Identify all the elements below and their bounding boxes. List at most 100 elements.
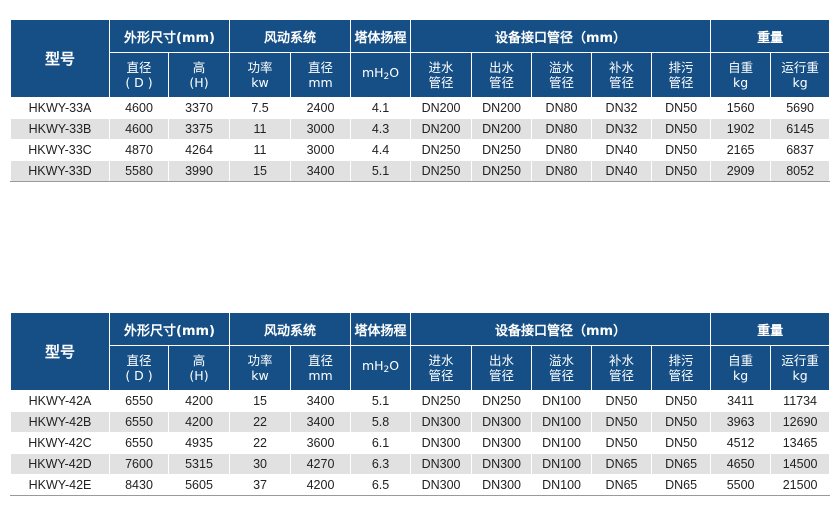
cell-diameter: 5580 (109, 160, 169, 182)
subheader-operating-weight: 运行重 kg (770, 345, 831, 391)
cell-operating-weight: 13465 (770, 432, 831, 454)
cell-overflow: DN100 (531, 453, 593, 475)
subheader-height: 高 (H) (167, 345, 231, 391)
cell-makeup: DN40 (591, 160, 653, 182)
cell-fan-diameter: 3600 (290, 432, 352, 454)
subheader-outlet: 出水 管径 (471, 345, 533, 391)
cell-power: 11 (229, 118, 292, 140)
table-row: HKWY-42A 6550 4200 15 3400 5.1 DN250 DN250 DN100… (10, 390, 831, 412)
cell-makeup: DN50 (591, 432, 653, 454)
table-body: HKWY-42A 6550 4200 15 3400 5.1 DN250 DN250 DN100… (10, 390, 831, 496)
cell-inlet: DN200 (410, 97, 473, 119)
cell-model: HKWY-42A (10, 390, 110, 412)
table-header: 型号 外形尺寸(mm) 风动系统 塔体扬程 设备接口管径（mm） 重量 直径( … (10, 312, 831, 391)
header-model: 型号 (10, 312, 110, 391)
header-tower-head: 塔体扬程 (350, 312, 412, 346)
header-weight: 重量 (710, 312, 831, 346)
cell-diameter: 4870 (109, 139, 169, 161)
cell-height: 4200 (167, 390, 231, 412)
cell-height: 5315 (167, 453, 231, 475)
cell-tower-head: 4.3 (350, 118, 412, 140)
cell-drain: DN65 (651, 453, 712, 475)
cell-self-weight: 2165 (710, 139, 772, 161)
subheader-height: 高 (H) (167, 52, 231, 98)
subheader-head-unit: mH2O (350, 52, 412, 98)
cell-outlet: DN300 (471, 411, 533, 433)
cell-self-weight: 3963 (710, 411, 772, 433)
cell-self-weight: 4512 (710, 432, 772, 454)
subheader-fan-diameter: 直径 mm (290, 52, 352, 98)
header-dimensions: 外形尺寸(mm) (108, 19, 231, 53)
header-pipe-diameter: 设备接口管径（mm） (410, 312, 712, 346)
table-row: HKWY-33C 4870 4264 11 3000 4.4 DN250 DN250 DN80 D… (10, 139, 831, 161)
subheader-self-weight: 自重 kg (710, 52, 772, 98)
cell-makeup: DN32 (591, 97, 653, 119)
cell-self-weight: 2909 (710, 160, 772, 182)
cell-height: 4200 (167, 411, 231, 433)
cell-operating-weight: 5690 (770, 97, 831, 119)
cell-overflow: DN80 (531, 97, 593, 119)
cell-diameter: 4600 (109, 118, 169, 140)
cell-model: HKWY-42C (10, 432, 110, 454)
cell-diameter: 8430 (109, 474, 169, 496)
cell-overflow: DN80 (531, 139, 593, 161)
cell-diameter: 7600 (109, 453, 169, 475)
header-fan-system: 风动系统 (229, 19, 352, 53)
cell-diameter: 6550 (109, 411, 169, 433)
cell-fan-diameter: 2400 (290, 97, 352, 119)
cell-power: 15 (229, 160, 292, 182)
cell-tower-head: 4.4 (350, 139, 412, 161)
cell-diameter: 6550 (109, 390, 169, 412)
cell-drain: DN65 (651, 474, 712, 496)
cell-outlet: DN300 (471, 453, 533, 475)
cell-height: 4264 (167, 139, 231, 161)
cell-power: 22 (229, 411, 292, 433)
cell-fan-diameter: 4270 (290, 453, 352, 475)
subheader-inlet: 进水 管径 (410, 52, 473, 98)
cell-power: 11 (229, 139, 292, 161)
subheader-diameter: 直径( D ) (109, 52, 169, 98)
header-weight: 重量 (710, 19, 831, 53)
cell-height: 4935 (167, 432, 231, 454)
cell-makeup: DN32 (591, 118, 653, 140)
cell-inlet: DN250 (410, 390, 473, 412)
cell-operating-weight: 6145 (770, 118, 831, 140)
table-header: 型号 外形尺寸(mm) 风动系统 塔体扬程 设备接口管径（mm） 重量 直径( … (10, 19, 831, 98)
subheader-power: 功率 kw (229, 345, 292, 391)
cell-fan-diameter: 3400 (290, 160, 352, 182)
subheader-fan-diameter: 直径 mm (290, 345, 352, 391)
header-tower-head: 塔体扬程 (350, 19, 412, 53)
cell-makeup: DN65 (591, 453, 653, 475)
header-model: 型号 (10, 19, 110, 98)
cell-tower-head: 5.1 (350, 390, 412, 412)
subheader-self-weight: 自重 kg (710, 345, 772, 391)
table-row: HKWY-42C 6550 4935 22 3600 6.1 DN300 DN300 DN100… (10, 432, 831, 454)
table-row: HKWY-33D 5580 3990 15 3400 5.1 DN250 DN250 DN80 D… (10, 160, 831, 182)
cell-drain: DN50 (651, 432, 712, 454)
subheader-drain: 排污 管径 (651, 345, 712, 391)
cell-fan-diameter: 3000 (290, 118, 352, 140)
spec-table-hkwy-42: 型号 外形尺寸(mm) 风动系统 塔体扬程 设备接口管径（mm） 重量 直径( … (10, 312, 831, 496)
cell-overflow: DN80 (531, 160, 593, 182)
cell-overflow: DN100 (531, 411, 593, 433)
cell-tower-head: 4.1 (350, 97, 412, 119)
cell-inlet: DN300 (410, 411, 473, 433)
cell-inlet: DN300 (410, 453, 473, 475)
subheader-inlet: 进水 管径 (410, 345, 473, 391)
cell-power: 30 (229, 453, 292, 475)
cell-outlet: DN300 (471, 432, 533, 454)
spec-table-hkwy-33: 型号 外形尺寸(mm) 风动系统 塔体扬程 设备接口管径（mm） 重量 直径( … (10, 19, 831, 182)
cell-operating-weight: 11734 (770, 390, 831, 412)
subheader-operating-weight: 运行重 kg (770, 52, 831, 98)
cell-power: 15 (229, 390, 292, 412)
cell-fan-diameter: 3000 (290, 139, 352, 161)
cell-tower-head: 6.3 (350, 453, 412, 475)
table-row: HKWY-42D 7600 5315 30 4270 6.3 DN300 DN300 DN100… (10, 453, 831, 475)
cell-outlet: DN250 (471, 139, 533, 161)
subheader-outlet: 出水 管径 (471, 52, 533, 98)
cell-makeup: DN50 (591, 390, 653, 412)
cell-inlet: DN200 (410, 118, 473, 140)
table-row: HKWY-33A 4600 3370 7.5 2400 4.1 DN200 DN200 DN80… (10, 97, 831, 119)
cell-overflow: DN100 (531, 432, 593, 454)
cell-overflow: DN100 (531, 390, 593, 412)
